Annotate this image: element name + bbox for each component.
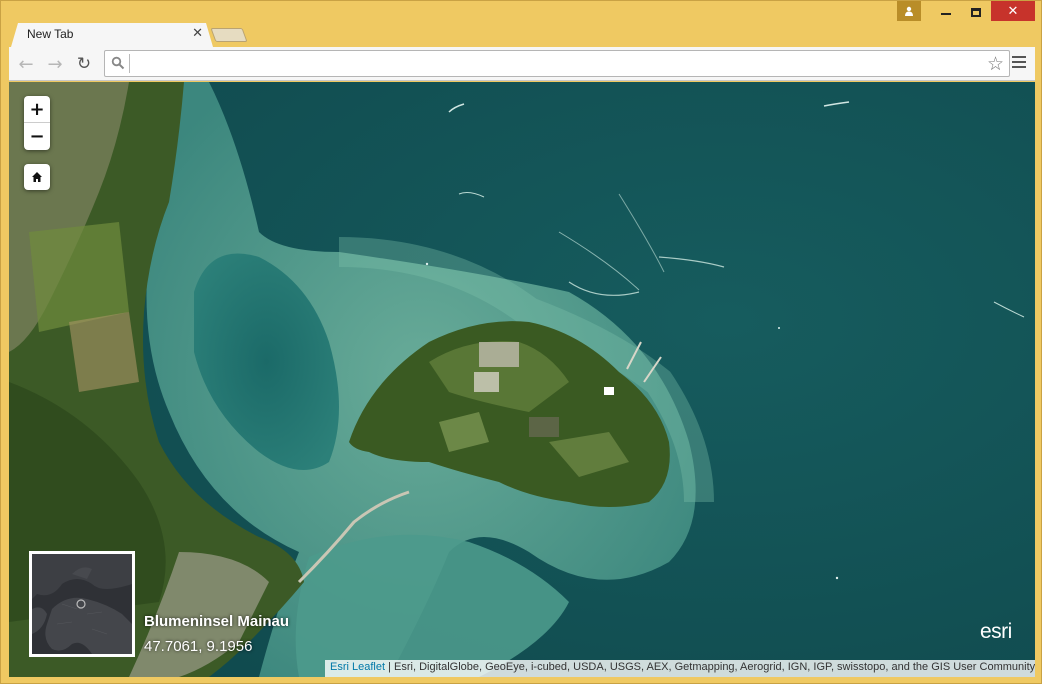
tab-new-tab[interactable]: New Tab ✕ bbox=[11, 23, 213, 47]
search-icon bbox=[111, 56, 125, 70]
omnibox-cursor bbox=[129, 54, 130, 73]
browser-toolbar: ← → ↻ ☆ bbox=[9, 47, 1035, 81]
home-icon bbox=[32, 172, 42, 182]
place-name-label: Blumeninsel Mainau bbox=[144, 613, 290, 630]
profile-button[interactable] bbox=[897, 1, 921, 21]
forward-arrow-icon: → bbox=[47, 53, 63, 75]
minimize-icon bbox=[941, 13, 951, 15]
zoom-out-button[interactable]: − bbox=[24, 123, 50, 150]
hamburger-menu-icon[interactable] bbox=[1012, 55, 1026, 69]
browser-window: ✕ New Tab ✕ ← → ↻ ☆ + − Blumeninsel Main… bbox=[0, 0, 1042, 684]
home-button[interactable] bbox=[24, 164, 50, 190]
place-coordinates-label: 47.7061, 9.1956 bbox=[144, 638, 253, 655]
star-icon[interactable]: ☆ bbox=[987, 53, 1004, 75]
attribution-link[interactable]: Esri Leaflet bbox=[330, 661, 385, 673]
map-viewport[interactable]: + − Blumeninsel Mainau 47.7061, 9.1956 e… bbox=[9, 82, 1035, 677]
reload-icon: ↻ bbox=[76, 54, 92, 74]
forward-button[interactable]: → bbox=[44, 53, 66, 75]
tab-title: New Tab bbox=[27, 27, 74, 41]
attribution-text: Esri, DigitalGlobe, GeoEye, i-cubed, USD… bbox=[394, 661, 1035, 673]
new-tab-button[interactable] bbox=[210, 28, 248, 42]
address-input[interactable] bbox=[133, 53, 973, 74]
close-icon: ✕ bbox=[1007, 3, 1019, 19]
omnibox[interactable]: ☆ bbox=[104, 50, 1010, 77]
esri-logo: esri bbox=[980, 620, 1012, 643]
zoom-control: + − bbox=[24, 96, 50, 150]
back-button[interactable]: ← bbox=[15, 53, 37, 75]
back-arrow-icon: ← bbox=[18, 53, 34, 75]
maximize-icon bbox=[971, 7, 981, 17]
map-attribution: Esri Leaflet | Esri, DigitalGlobe, GeoEy… bbox=[325, 660, 1035, 677]
attribution-separator: | bbox=[385, 661, 395, 673]
overview-minimap[interactable] bbox=[29, 551, 135, 657]
zoom-in-button[interactable]: + bbox=[24, 96, 50, 123]
window-controls: ✕ bbox=[897, 1, 1035, 23]
minimize-button[interactable] bbox=[931, 1, 961, 23]
reload-button[interactable]: ↻ bbox=[73, 53, 95, 75]
profile-icon bbox=[905, 6, 913, 16]
window-close-button[interactable]: ✕ bbox=[991, 1, 1035, 21]
maximize-button[interactable] bbox=[961, 1, 991, 23]
tab-close-icon[interactable]: ✕ bbox=[192, 26, 203, 41]
europe-overview-map bbox=[32, 554, 132, 654]
satellite-imagery bbox=[9, 82, 1035, 677]
